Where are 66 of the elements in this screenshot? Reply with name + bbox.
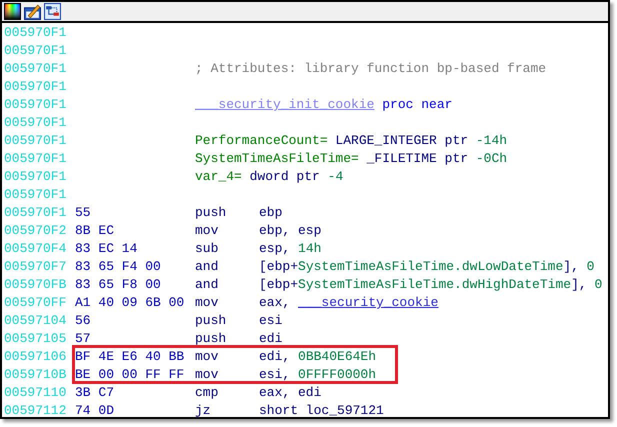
opcode-bytes: 56	[75, 312, 92, 330]
address-text: 005970F1	[4, 150, 68, 168]
operand-text: eax, edi	[259, 384, 322, 402]
mnemonic-text: cmp	[195, 384, 220, 402]
opcode-bytes: A1 40 09 6B 00	[75, 294, 186, 312]
address-text: 005970FB	[4, 276, 68, 294]
address-text: 005970F2	[4, 222, 68, 240]
address-text: 00597112	[4, 402, 68, 417]
operand-text: [ebp+SystemTimeAsFileTime.dwLowDateTime], 0	[259, 258, 594, 276]
mnemonic-text: and	[195, 258, 220, 276]
mnemonic-text: push	[195, 204, 228, 222]
operand-text: edi, 0BB40E64Eh	[259, 348, 376, 366]
mnemonic-text: mov	[195, 348, 220, 366]
mnemonic-text: push	[195, 312, 228, 330]
address-text: 005970FF	[4, 294, 68, 312]
opcode-bytes: 55	[75, 204, 92, 222]
address-text: 005970F1	[4, 168, 68, 186]
opcode-bytes: 83 65 F8 00	[75, 276, 162, 294]
opcode-bytes: 57	[75, 330, 92, 348]
address-text: 005970F1	[4, 42, 68, 60]
address-text: 005970F1	[4, 78, 68, 96]
address-text: 005970F4	[4, 240, 68, 258]
address-text: 005970F1	[4, 60, 68, 78]
opcode-bytes: 83 65 F4 00	[75, 258, 162, 276]
operand-text: esi	[259, 312, 282, 330]
address-text: 005970F7	[4, 258, 68, 276]
mnemonic-text: mov	[195, 222, 220, 240]
declaration-text: ___security_init_cookie proc near	[195, 96, 452, 114]
operand-text: esp, 14h	[259, 240, 322, 258]
declaration-text: var_4= dword ptr -4	[195, 168, 344, 186]
address-text: 005970F1	[4, 204, 68, 222]
opcode-bytes: BE 00 00 FF FF	[75, 366, 186, 381]
address-text: 005970F1	[4, 186, 68, 204]
flow-graph-icon[interactable]	[44, 3, 61, 20]
declaration-text: ; Attributes: library function bp-based frame	[195, 60, 546, 78]
address-text: 005970F1	[4, 96, 68, 114]
color-palette-icon[interactable]	[4, 3, 21, 20]
operand-text: [ebp+SystemTimeAsFileTime.dwHighDateTime], 0	[259, 276, 602, 294]
address-text: 005970F1	[4, 24, 68, 42]
opcode-bytes: 83 EC 14	[75, 240, 138, 258]
mnemonic-text: jz	[195, 402, 212, 417]
mnemonic-text: push	[195, 330, 228, 348]
address-text: 005970F1	[4, 114, 68, 132]
operand-text: ebp	[259, 204, 282, 222]
opcode-bytes: 74 0D	[75, 402, 116, 417]
opcode-bytes: BF 4E E6 40 BB	[75, 348, 186, 366]
opcode-bytes: 3B C7	[75, 384, 116, 402]
operand-text: ebp, esp	[259, 222, 322, 240]
declaration-text: SystemTimeAsFileTime= _FILETIME ptr -0Ch	[195, 150, 508, 168]
address-text: 00597106	[4, 348, 68, 366]
opcode-bytes: 8B EC	[75, 222, 116, 240]
mnemonic-text: mov	[195, 294, 220, 312]
address-text: 0059710B	[4, 366, 68, 384]
operand-text: esi, 0FFFF0000h	[259, 366, 376, 381]
address-text: 00597110	[4, 384, 68, 402]
operand-text: edi	[259, 330, 282, 348]
address-text: 005970F1	[4, 132, 68, 150]
address-text: 00597104	[4, 312, 68, 330]
operand-text: short loc_597121	[259, 402, 384, 417]
mnemonic-text: and	[195, 276, 220, 294]
mnemonic-text: sub	[195, 240, 220, 258]
pencil-window-icon[interactable]	[24, 3, 41, 20]
address-text: 00597105	[4, 330, 68, 348]
declaration-text: PerformanceCount= LARGE_INTEGER ptr -14h	[195, 132, 508, 150]
operand-text: eax, ___security_cookie	[259, 294, 438, 312]
mnemonic-text: mov	[195, 366, 220, 381]
